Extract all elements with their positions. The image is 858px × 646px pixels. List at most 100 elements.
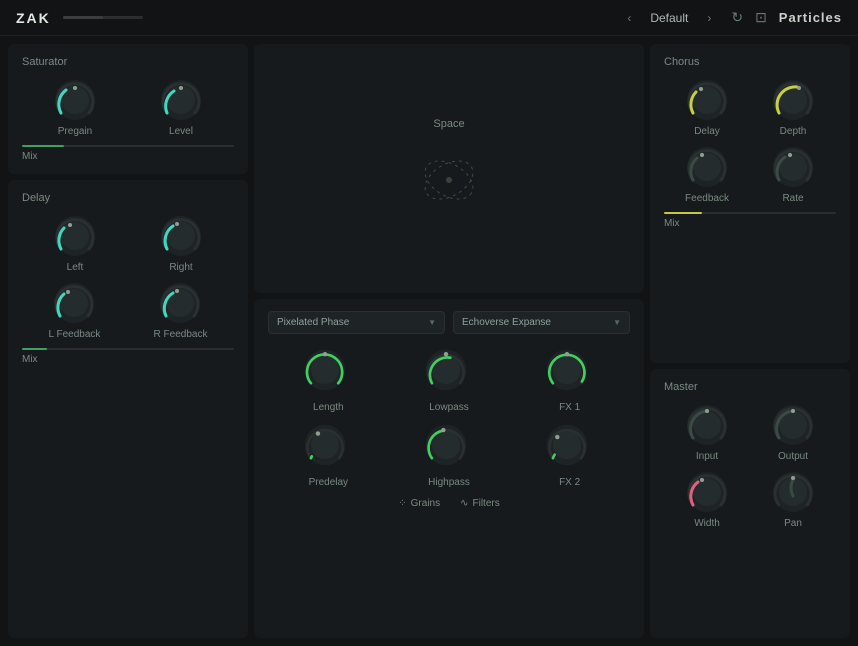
grains-icon: ⁘ [398, 498, 406, 509]
master-pan-label: Pan [784, 518, 802, 529]
master-input-label: Input [696, 451, 718, 462]
master-pan-knob[interactable] [771, 470, 815, 514]
chorus-rate-knob[interactable] [771, 145, 815, 189]
chorus-delay-label: Delay [694, 126, 720, 137]
preset-name: Default [639, 11, 699, 25]
chorus-rate-group: Rate [771, 145, 815, 204]
master-width-group: Width [685, 470, 729, 529]
level-group: Level [159, 78, 203, 137]
delay-lfeedback-label: L Feedback [49, 329, 101, 340]
chorus-rate-label: Rate [782, 193, 803, 204]
space-title: Space [433, 118, 464, 130]
dropdown1-arrow-icon: ▼ [428, 318, 436, 327]
right-column: Chorus Delay [650, 44, 850, 638]
delay-knob-row1: Left Right [22, 214, 234, 273]
next-preset-button[interactable]: › [707, 11, 711, 25]
pregain-group: Pregain [53, 78, 97, 137]
level-knob[interactable] [159, 78, 203, 122]
prev-preset-button[interactable]: ‹ [627, 11, 631, 25]
delay-left-knob[interactable] [53, 214, 97, 258]
dropdown2-arrow-icon: ▼ [613, 318, 621, 327]
master-output-knob[interactable] [771, 403, 815, 447]
chorus-depth-label: Depth [780, 126, 807, 137]
delay-rfeedback-knob[interactable] [158, 281, 202, 325]
delay-left-label: Left [67, 262, 84, 273]
delay-mix-slider[interactable]: Mix [22, 348, 234, 365]
filters-button[interactable]: ∿ Filters [460, 498, 500, 509]
level-label: Level [169, 126, 193, 137]
length-knob[interactable] [303, 348, 353, 398]
delay-panel: Delay Left [8, 180, 248, 638]
chorus-depth-knob[interactable] [771, 78, 815, 122]
saturator-title: Saturator [22, 56, 234, 68]
chorus-feedback-label: Feedback [685, 193, 729, 204]
predelay-knob[interactable] [303, 423, 353, 473]
delay-left-group: Left [53, 214, 97, 273]
saturator-mix-label: Mix [22, 151, 234, 162]
space-panel: Space [254, 44, 644, 293]
highpass-group: Highpass [424, 423, 474, 488]
chorus-title: Chorus [664, 56, 836, 68]
fx2-knob[interactable] [545, 423, 595, 473]
grains-preset-dropdown[interactable]: Pixelated Phase ▼ [268, 311, 445, 334]
pregain-knob[interactable] [53, 78, 97, 122]
app-logo: ZAK [16, 10, 51, 26]
grains-btn-label: Grains [411, 498, 440, 509]
master-output-group: Output [771, 403, 815, 462]
master-input-knob[interactable] [685, 403, 729, 447]
master-input-group: Input [685, 403, 729, 462]
length-label: Length [313, 402, 344, 413]
fx1-knob[interactable] [545, 348, 595, 398]
grains-knob-row2: Predelay Highpass [268, 423, 630, 488]
delay-knob-row2: L Feedback R Feedback [22, 281, 234, 340]
master-width-label: Width [694, 518, 720, 529]
delay-lfeedback-group: L Feedback [49, 281, 101, 340]
delay-title: Delay [22, 192, 234, 204]
chorus-knob-row2: Feedback Rate [664, 145, 836, 204]
fx1-group: FX 1 [545, 348, 595, 413]
delay-rfeedback-label: R Feedback [154, 329, 208, 340]
saturator-mix-slider[interactable]: Mix [22, 145, 234, 162]
master-panel: Master Input [650, 369, 850, 638]
saturator-knob-row: Pregain Level [22, 78, 234, 137]
master-output-label: Output [778, 451, 808, 462]
chorus-panel: Chorus Delay [650, 44, 850, 363]
chorus-feedback-group: Feedback [685, 145, 729, 204]
grains-mode-dropdown[interactable]: Echoverse Expanse ▼ [453, 311, 630, 334]
fx1-label: FX 1 [559, 402, 580, 413]
delay-mix-label: Mix [22, 354, 234, 365]
master-volume-slider[interactable] [63, 16, 143, 19]
grains-knob-row1: Length Lowpass [268, 348, 630, 413]
chorus-feedback-knob[interactable] [685, 145, 729, 189]
master-title: Master [664, 381, 836, 393]
length-group: Length [303, 348, 353, 413]
filters-icon: ∿ [460, 498, 468, 509]
master-pan-group: Pan [771, 470, 815, 529]
lowpass-knob[interactable] [424, 348, 474, 398]
fx2-label: FX 2 [559, 477, 580, 488]
grains-button[interactable]: ⁘ Grains [398, 498, 440, 509]
predelay-group: Predelay [303, 423, 353, 488]
chorus-mix-label: Mix [664, 218, 836, 229]
delay-lfeedback-knob[interactable] [52, 281, 96, 325]
master-width-knob[interactable] [685, 470, 729, 514]
refresh-icon[interactable]: ↻ [731, 9, 743, 26]
chorus-mix-slider[interactable]: Mix [664, 212, 836, 229]
save-icon[interactable]: ⊡ [755, 9, 767, 26]
left-column: Saturator Pregain [8, 44, 248, 638]
highpass-label: Highpass [428, 477, 470, 488]
main-layout: Saturator Pregain [0, 36, 858, 646]
lowpass-label: Lowpass [429, 402, 468, 413]
delay-rfeedback-group: R Feedback [154, 281, 208, 340]
highpass-knob[interactable] [424, 423, 474, 473]
master-knob-row2: Width Pan [664, 470, 836, 529]
delay-right-label: Right [169, 262, 192, 273]
lowpass-group: Lowpass [424, 348, 474, 413]
grains-footer: ⁘ Grains ∿ Filters [268, 498, 630, 509]
master-knob-row1: Input Output [664, 403, 836, 462]
delay-right-knob[interactable] [159, 214, 203, 258]
filters-btn-label: Filters [473, 498, 500, 509]
app-title: Particles [779, 10, 842, 25]
space-orb [409, 140, 489, 220]
chorus-delay-knob[interactable] [685, 78, 729, 122]
